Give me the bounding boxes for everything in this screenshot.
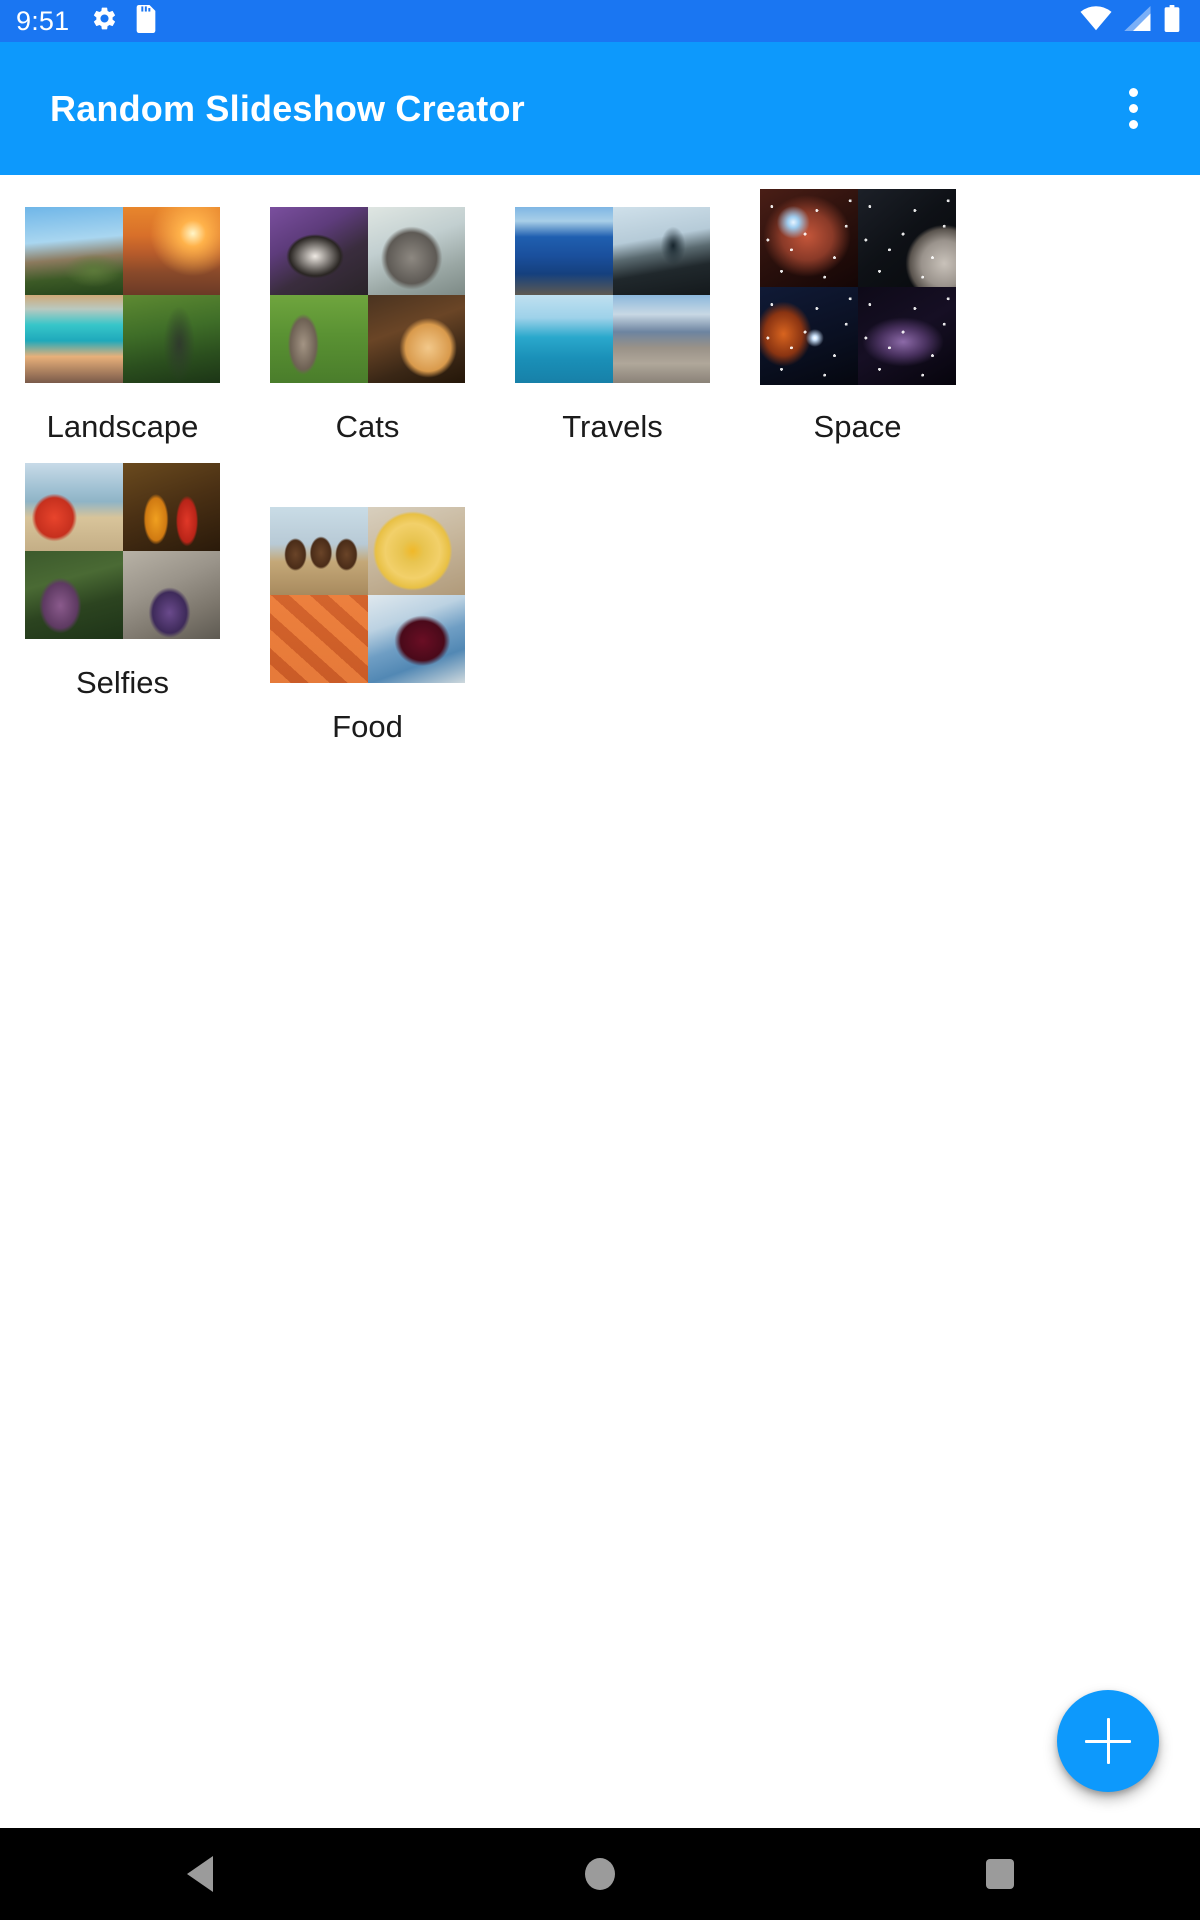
nav-back-button[interactable]	[130, 1828, 270, 1920]
overflow-dot	[1128, 88, 1138, 97]
overflow-dot	[1128, 104, 1138, 113]
thumbnail-tile-ocean-sunset	[122, 207, 220, 295]
app-bar: Random Slideshow Creator	[0, 42, 1200, 175]
thumbnail-tile-chocolate-muffins	[270, 507, 368, 595]
nav-home-button[interactable]	[530, 1828, 670, 1920]
home-circle-icon	[585, 1858, 615, 1890]
status-bar-clock: 9:51	[16, 6, 70, 36]
add-slideshow-fab[interactable]	[1057, 1690, 1159, 1792]
wifi-icon	[1080, 6, 1112, 36]
overflow-menu-icon[interactable]	[1100, 76, 1166, 142]
thumbnail-tile-orange-nebula-burst	[759, 287, 858, 385]
album-item-food[interactable]: Food	[245, 445, 490, 745]
thumbnail-tile-three-women-in-saris	[122, 463, 220, 551]
thumbnail-tile-bengal-cat-on-grass	[270, 295, 368, 383]
album-thumbnail	[270, 207, 465, 383]
page-title: Random Slideshow Creator	[50, 87, 525, 129]
thumbnail-tile-cooked-shrimp	[270, 595, 368, 683]
thumbnail-tile-cat-on-purple-blanket	[270, 207, 368, 295]
back-triangle-icon	[187, 1856, 213, 1892]
album-label: Selfies	[75, 665, 170, 700]
status-bar-left-icons	[91, 4, 158, 38]
album-item-space[interactable]: Space	[735, 189, 980, 445]
status-bar: 9:51	[0, 0, 1200, 42]
album-thumbnail	[759, 189, 956, 385]
battery-icon	[1164, 5, 1180, 37]
thumbnail-tile-two-women-on-beach	[25, 463, 123, 551]
android-navigation-bar	[0, 1828, 1200, 1920]
album-label: Landscape	[46, 409, 199, 444]
album-item-cats[interactable]: Cats	[245, 189, 490, 445]
thumbnail-tile-moon-and-milky-way	[857, 189, 956, 287]
thumbnail-tile-harbor-with-boats	[515, 207, 613, 295]
album-thumbnail	[25, 207, 220, 383]
nav-recents-button[interactable]	[930, 1828, 1070, 1920]
album-item-selfies[interactable]: Selfies	[0, 445, 245, 745]
thumbnail-tile-crowded-pier-boardwalk	[612, 295, 710, 383]
gear-icon	[91, 5, 118, 37]
thumbnail-tile-grey-tabby-looking-up	[367, 207, 465, 295]
album-grid: Landscape Cats Travels Space Selfies Foo…	[0, 175, 1200, 745]
thumbnail-tile-woman-with-phone-outdoors	[25, 551, 123, 639]
recents-square-icon	[986, 1859, 1014, 1889]
album-item-travels[interactable]: Travels	[490, 189, 735, 445]
phone-screen: 9:51 Random Slideshow Creator Landscape …	[0, 0, 1200, 1920]
album-thumbnail	[270, 507, 465, 683]
thumbnail-tile-palm-trees-mountain	[25, 207, 123, 295]
album-grid-scroll-area[interactable]: Landscape Cats Travels Space Selfies Foo…	[0, 175, 1200, 1828]
album-item-landscape[interactable]: Landscape	[0, 189, 245, 445]
status-bar-right-icons	[1080, 5, 1184, 37]
thumbnail-tile-two-women-selfie-on-rock	[122, 551, 220, 639]
album-label: Travels	[562, 409, 663, 444]
plus-icon-vertical	[1106, 1718, 1110, 1764]
sd-card-icon	[134, 4, 158, 38]
album-label: Food	[332, 709, 403, 744]
overflow-dot	[1128, 120, 1138, 129]
thumbnail-tile-sliced-yellow-pie	[367, 507, 465, 595]
cellular-signal-icon	[1124, 6, 1152, 36]
thumbnail-tile-red-star-nebula	[759, 189, 858, 287]
thumbnail-tile-person-silhouette-on-cliff	[612, 207, 710, 295]
thumbnail-tile-orange-cat-closeup	[367, 295, 465, 383]
thumbnail-tile-cherries-in-blue-bowl	[367, 595, 465, 683]
album-label: Space	[813, 409, 902, 444]
thumbnail-tile-green-waterfall	[122, 295, 220, 383]
album-thumbnail	[515, 207, 710, 383]
album-thumbnail	[25, 463, 220, 639]
thumbnail-tile-purple-milky-way	[857, 287, 956, 385]
album-label: Cats	[335, 409, 400, 444]
thumbnail-tile-boat-on-turquoise-sea	[515, 295, 613, 383]
thumbnail-tile-turquoise-beach	[25, 295, 123, 383]
